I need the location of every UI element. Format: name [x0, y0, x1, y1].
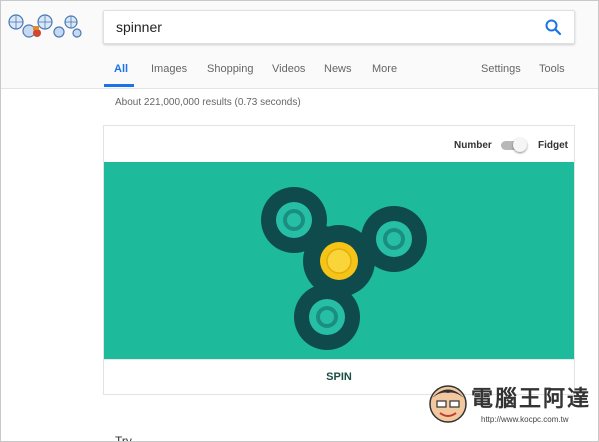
- watermark: 電腦王阿達 http://www.kocpc.com.tw: [425, 377, 597, 439]
- toggle-knob[interactable]: [513, 138, 527, 152]
- tab-videos[interactable]: Videos: [272, 63, 305, 75]
- search-icon[interactable]: [544, 18, 562, 36]
- partial-result-text: Try …: [115, 434, 148, 442]
- tab-shopping[interactable]: Shopping: [207, 63, 254, 75]
- results-stats: About 221,000,000 results (0.73 seconds): [115, 97, 301, 108]
- active-tab-indicator: [104, 84, 134, 87]
- mode-number-label[interactable]: Number: [454, 140, 492, 151]
- logo-doodle-icon[interactable]: [7, 11, 83, 41]
- spinner-play-area[interactable]: [104, 162, 574, 359]
- tab-news[interactable]: News: [324, 63, 352, 75]
- fidget-spinner-icon[interactable]: [254, 182, 434, 352]
- search-box[interactable]: [103, 10, 575, 44]
- search-header: All Images Shopping Videos News More Set…: [1, 1, 598, 89]
- watermark-url: http://www.kocpc.com.tw: [481, 415, 569, 424]
- tab-tools[interactable]: Tools: [539, 63, 565, 75]
- mode-toggle[interactable]: [501, 138, 527, 152]
- search-tabs: All Images Shopping Videos News More Set…: [1, 58, 598, 88]
- spinner-card-header: Number Fidget: [104, 126, 574, 162]
- search-input[interactable]: [116, 17, 516, 37]
- tab-settings[interactable]: Settings: [481, 63, 521, 75]
- mascot-icon: [429, 385, 467, 423]
- tab-all[interactable]: All: [114, 63, 128, 75]
- browser-frame: All Images Shopping Videos News More Set…: [0, 0, 599, 442]
- fidget-spinner-card: Number Fidget SPIN: [103, 125, 575, 395]
- watermark-title: 電腦王阿達: [471, 386, 592, 411]
- tab-more[interactable]: More: [372, 63, 397, 75]
- mode-fidget-label[interactable]: Fidget: [538, 140, 568, 151]
- tab-images[interactable]: Images: [151, 63, 187, 75]
